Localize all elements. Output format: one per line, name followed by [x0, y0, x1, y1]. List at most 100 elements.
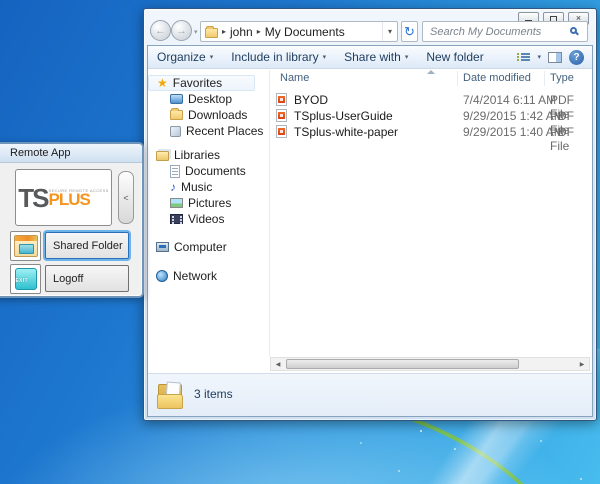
help-icon[interactable]: ?	[569, 50, 584, 65]
breadcrumb-arrow-icon: ▸	[257, 27, 261, 36]
column-headers: Name Date modified Type	[270, 70, 592, 87]
new-folder-button[interactable]: New folder	[417, 46, 492, 68]
sidebar-item-label: Documents	[185, 164, 246, 178]
command-toolbar: Organize ▾ Include in library ▾ Share wi…	[148, 46, 592, 69]
shared-folder-icon	[14, 235, 38, 257]
sidebar-item-label: Videos	[188, 212, 224, 226]
file-row-tsplus-white-paper[interactable]: TSplus-white-paper 9/29/2015 1:40 AM PDF…	[270, 124, 582, 140]
navigation-bar: ← → ▾ ▸ john ▸ My Documents ▾ ↻ Search M…	[144, 20, 596, 44]
horizontal-scrollbar[interactable]: ◀ ▶	[270, 357, 590, 371]
sidebar-item-label: Favorites	[173, 76, 222, 90]
breadcrumb-item-john[interactable]: john	[230, 25, 253, 39]
file-name: BYOD	[294, 93, 328, 107]
back-button[interactable]: ←	[150, 20, 171, 41]
sidebar-item-favorites[interactable]: ★ Favorites	[148, 75, 255, 91]
sidebar-item-desktop[interactable]: Desktop	[148, 91, 269, 107]
file-date: 9/29/2015 1:42 AM	[463, 109, 564, 123]
music-note-icon: ♪	[170, 181, 176, 193]
sidebar-item-label: Computer	[174, 240, 227, 254]
computer-icon	[156, 242, 169, 252]
column-header-name[interactable]: Name	[280, 72, 309, 84]
remote-app-body: TS SECURE REMOTE ACCESS PLUS < Shared Fo…	[0, 163, 142, 297]
address-bar[interactable]: ▸ john ▸ My Documents ▾	[200, 21, 398, 42]
sidebar-item-label: Recent Places	[186, 124, 263, 138]
sidebar-item-documents[interactable]: Documents	[148, 163, 269, 179]
file-row-tsplus-userguide[interactable]: TSplus-UserGuide 9/29/2015 1:42 AM PDF F…	[270, 108, 582, 124]
pdf-file-icon	[276, 125, 287, 138]
libraries-icon	[156, 151, 169, 161]
shared-folder-button[interactable]: Shared Folder	[45, 232, 129, 259]
chevron-down-icon: ▾	[323, 53, 327, 61]
file-name: TSplus-white-paper	[294, 125, 398, 139]
tsplus-logo: TS SECURE REMOTE ACCESS PLUS	[15, 169, 112, 226]
exit-icon: EXIT	[15, 268, 37, 290]
column-header-date-modified[interactable]: Date modified	[463, 72, 531, 84]
preview-pane-icon[interactable]	[548, 52, 562, 63]
collapse-panel-button[interactable]: <	[118, 171, 134, 224]
sidebar-item-network[interactable]: Network	[148, 268, 269, 284]
forward-icon: →	[176, 25, 187, 37]
logoff-button[interactable]: Logoff	[45, 265, 129, 292]
address-dropdown-icon[interactable]: ▾	[382, 22, 397, 41]
sidebar-item-label: Music	[181, 180, 212, 194]
remote-app-titlebar[interactable]: Remote App	[0, 144, 142, 163]
breadcrumb-item-my-documents[interactable]: My Documents	[265, 25, 345, 39]
change-view-icon[interactable]	[517, 52, 530, 62]
exit-icon-label: EXIT	[16, 278, 28, 284]
share-with-menu[interactable]: Share with ▾	[335, 46, 417, 68]
organize-menu[interactable]: Organize ▾	[148, 46, 222, 68]
column-divider[interactable]	[544, 71, 545, 86]
file-date: 7/4/2014 6:11 AM	[463, 93, 556, 107]
include-in-library-menu[interactable]: Include in library ▾	[222, 46, 335, 68]
forward-button[interactable]: →	[171, 20, 192, 41]
scroll-left-icon[interactable]: ◀	[271, 358, 285, 370]
sidebar-item-music[interactable]: ♪ Music	[148, 179, 269, 195]
file-row-byod[interactable]: BYOD 7/4/2014 6:11 AM PDF File	[270, 92, 582, 108]
new-folder-label: New folder	[426, 50, 483, 64]
file-list-pane: Name Date modified Type BYOD 7/4/2014 6:…	[270, 70, 592, 373]
include-label: Include in library	[231, 50, 318, 64]
sidebar-item-label: Pictures	[188, 196, 231, 210]
chevron-down-icon: ▾	[405, 53, 409, 61]
sidebar-item-videos[interactable]: Videos	[148, 211, 269, 227]
sidebar-item-downloads[interactable]: Downloads	[148, 107, 269, 123]
share-label: Share with	[344, 50, 401, 64]
item-count-label: 3 items	[194, 387, 233, 401]
details-pane: 3 items	[148, 373, 592, 416]
sidebar-item-computer[interactable]: Computer	[148, 239, 269, 255]
search-icon[interactable]	[570, 27, 577, 34]
file-date: 9/29/2015 1:40 AM	[463, 125, 564, 139]
recent-places-icon	[170, 126, 181, 137]
sidebar-item-recent-places[interactable]: Recent Places	[148, 123, 269, 139]
wallpaper-sparkles	[420, 430, 422, 432]
logoff-icon-button[interactable]: EXIT	[10, 264, 41, 294]
folder-front	[157, 394, 183, 409]
sidebar-item-label: Libraries	[174, 148, 220, 162]
refresh-button[interactable]: ↻	[401, 21, 418, 42]
chevron-down-icon: ▾	[210, 53, 214, 61]
folder-icon	[205, 28, 218, 38]
explorer-content-frame: Organize ▾ Include in library ▾ Share wi…	[147, 45, 593, 417]
back-icon: ←	[155, 25, 166, 37]
organize-label: Organize	[157, 50, 206, 64]
column-header-type[interactable]: Type	[550, 72, 574, 84]
sidebar-item-libraries[interactable]: Libraries	[148, 147, 269, 163]
pdf-file-icon	[276, 93, 287, 106]
refresh-icon: ↻	[404, 24, 415, 40]
views-dropdown-chevron-icon[interactable]: ▾	[537, 53, 541, 61]
shared-folder-icon-button[interactable]	[10, 231, 41, 261]
explorer-main: ★ Favorites Desktop Downloads Recent Pla…	[148, 70, 592, 373]
sidebar-item-pictures[interactable]: Pictures	[148, 195, 269, 211]
tsplus-logo-plus: PLUS	[49, 193, 109, 207]
column-divider[interactable]	[457, 71, 458, 86]
search-placeholder: Search My Documents	[423, 26, 541, 38]
sidebar-item-label: Downloads	[188, 108, 247, 122]
scrollbar-thumb[interactable]	[286, 359, 519, 369]
file-name: TSplus-UserGuide	[294, 109, 393, 123]
monitor-icon	[170, 94, 183, 104]
pdf-file-icon	[276, 109, 287, 122]
tsplus-logo-ts: TS	[18, 187, 47, 209]
recent-pages-chevron-icon[interactable]: ▾	[194, 28, 198, 36]
search-input[interactable]: Search My Documents	[422, 21, 588, 42]
scroll-right-icon[interactable]: ▶	[575, 358, 589, 370]
